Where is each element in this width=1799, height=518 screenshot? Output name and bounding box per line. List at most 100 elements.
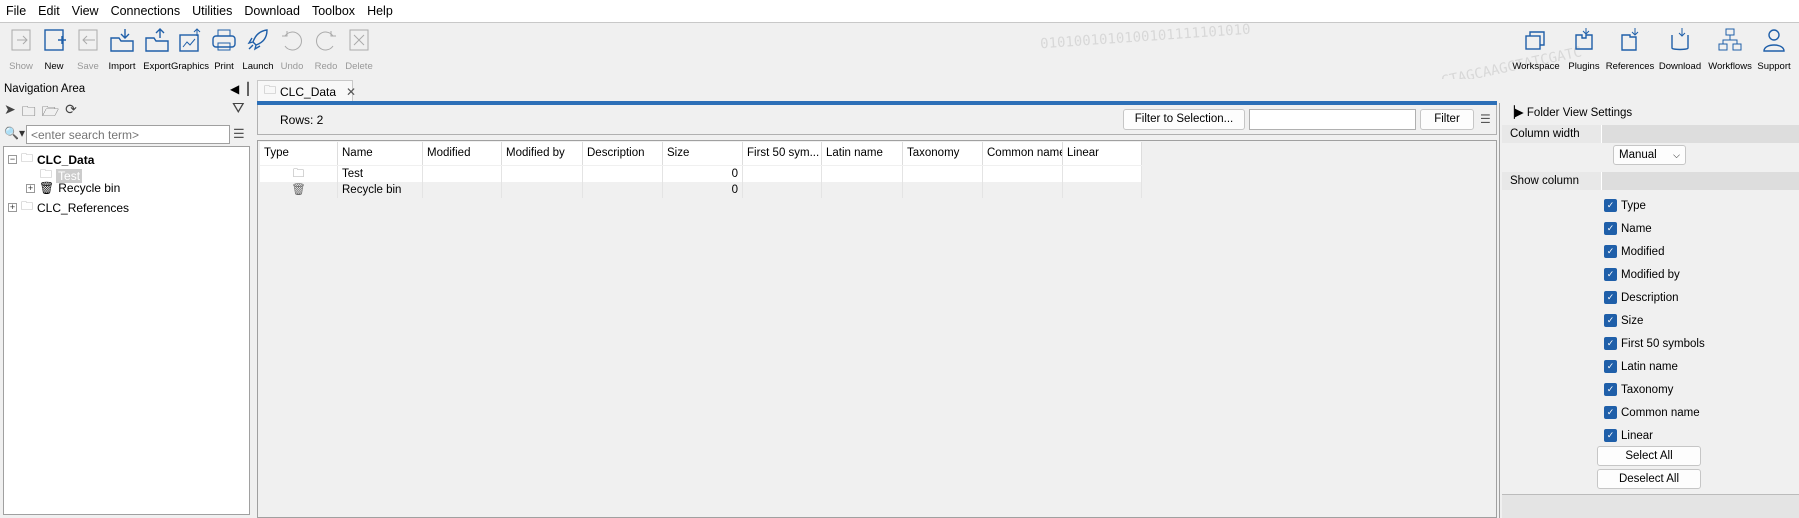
folder-icon: 🗀 [21, 199, 34, 213]
redo-icon [316, 31, 336, 51]
column-header[interactable]: Type [260, 142, 338, 165]
download-icon [1671, 28, 1689, 51]
pointer-icon[interactable]: ➤ [4, 101, 16, 125]
filter-to-selection-button[interactable]: Filter to Selection... [1123, 109, 1245, 130]
show-column-checkbox[interactable]: ✓ Common name [1604, 406, 1700, 419]
toolbar-download-button[interactable]: Download [1658, 27, 1702, 72]
show-column-checkbox[interactable]: ✓ Latin name [1604, 360, 1678, 373]
show-column-checkbox[interactable]: ✓ Taxonomy [1604, 383, 1673, 396]
filter-button[interactable]: Filter [1420, 109, 1474, 130]
show-column-checkbox[interactable]: ✓ First 50 symbols [1604, 337, 1705, 350]
toolbar-label: Workspace [1512, 61, 1560, 72]
tab-clc-data[interactable]: 🗀 CLC_Data ✕ [257, 80, 356, 102]
refresh-icon[interactable]: ⟳ [65, 101, 77, 125]
menu-edit[interactable]: Edit [38, 4, 60, 18]
checkmark-icon: ✓ [1604, 291, 1617, 304]
collapse-icon[interactable]: − [8, 155, 17, 164]
checkbox-label: Description [1621, 291, 1679, 304]
column-header[interactable]: Latin name [822, 142, 903, 165]
table-row[interactable]: 🗑 Recycle bin 0 [260, 182, 1142, 198]
checkbox-label: Latin name [1621, 360, 1678, 373]
show-column-checkbox[interactable]: ✓ Linear [1604, 429, 1653, 442]
column-width-section[interactable]: Column width [1502, 125, 1799, 143]
checkmark-icon: ✓ [1604, 222, 1617, 235]
checkmark-icon: ✓ [1604, 245, 1617, 258]
menu-connections[interactable]: Connections [111, 4, 181, 18]
column-header[interactable]: Name [338, 142, 423, 165]
cell-empty [583, 182, 663, 198]
toolbar-label: Show [9, 61, 33, 72]
column-header[interactable]: Description [583, 142, 663, 165]
toolbar-workflows-button[interactable]: Workflows [1708, 27, 1752, 72]
chevron-down-icon: ⌵ [1673, 150, 1680, 160]
checkmark-icon: ✓ [1604, 429, 1617, 442]
select-all-button[interactable]: Select All [1597, 446, 1701, 466]
filter-icon[interactable]: ⛛ [232, 100, 245, 117]
cell-empty [822, 182, 903, 198]
column-header[interactable]: Linear [1063, 142, 1142, 165]
toolbar-plugins-button[interactable]: Plugins [1564, 27, 1604, 72]
cell-name: Recycle bin [338, 182, 423, 198]
toolbar-import-button[interactable]: Import [102, 27, 142, 72]
expand-icon[interactable]: + [8, 203, 17, 212]
new-folder-icon[interactable]: 🗀 [22, 101, 36, 125]
menu-download[interactable]: Download [244, 4, 300, 18]
show-column-checkbox[interactable]: ✓ Description [1604, 291, 1679, 304]
settings-header[interactable]: ▕▶ Folder View Settings [1506, 105, 1632, 119]
column-header[interactable]: Taxonomy [903, 142, 983, 165]
checkbox-label: Type [1621, 199, 1646, 212]
column-width-select[interactable]: Manual ⌵ [1613, 145, 1686, 165]
toolbar-label: Workflows [1708, 61, 1752, 72]
toolbar-workspace-button[interactable]: Workspace [1512, 27, 1560, 72]
filter-bar: Rows: 2 Filter to Selection... Filter ☰ [257, 105, 1497, 135]
support-icon [1763, 29, 1785, 52]
cell-empty [903, 166, 983, 182]
column-header[interactable]: Common name [983, 142, 1063, 165]
tree-item-clc-references[interactable]: + 🗀 CLC_References [8, 197, 129, 218]
show-column-section[interactable]: Show column [1502, 172, 1799, 190]
show-column-checkbox[interactable]: ✓ Size [1604, 314, 1643, 327]
close-icon[interactable]: ✕ [346, 85, 356, 99]
menu-help[interactable]: Help [367, 4, 393, 18]
menu-view[interactable]: View [72, 4, 99, 18]
cell-name: Test [338, 166, 423, 182]
table-row[interactable]: 🗀 Test 0 [260, 166, 1142, 182]
filter-options-icon[interactable]: ☰ [1480, 112, 1491, 126]
collapse-panel-icon[interactable]: ◀▕ [230, 82, 248, 96]
menu-toolbox[interactable]: Toolbox [312, 4, 355, 18]
folder-table: Type Name Modified Modified by Description Si… [257, 140, 1497, 518]
menu-file[interactable]: File [6, 4, 26, 18]
new-location-icon[interactable]: 🗁 [42, 101, 59, 125]
toolbar-support-button[interactable]: Support [1754, 27, 1794, 72]
deselect-all-button[interactable]: Deselect All [1597, 469, 1701, 489]
tree-item-recycle-bin[interactable]: + 🗑 Recycle bin [26, 181, 120, 195]
cell-empty [423, 166, 502, 182]
menu-utilities[interactable]: Utilities [192, 4, 232, 18]
cell-size: 0 [663, 182, 743, 198]
show-column-checkbox[interactable]: ✓ Type [1604, 199, 1646, 212]
filter-input[interactable] [1249, 109, 1416, 130]
expand-panel-icon[interactable]: ▕▶ [1506, 107, 1524, 119]
checkmark-icon: ✓ [1604, 268, 1617, 281]
toolbar-label: Undo [280, 61, 304, 72]
show-column-checkbox[interactable]: ✓ Name [1604, 222, 1652, 235]
toolbar-label: Download [1658, 61, 1702, 72]
show-column-checkbox[interactable]: ✓ Modified [1604, 245, 1664, 258]
toolbar-references-button[interactable]: References [1606, 27, 1654, 72]
column-header[interactable]: First 50 sym... [743, 142, 822, 165]
cell-empty [983, 182, 1063, 198]
background-binary-decoration: 0101001010100101111101010 [1039, 23, 1252, 53]
search-input[interactable] [26, 125, 230, 144]
toolbar-label: Print [214, 61, 234, 72]
cell-empty [983, 166, 1063, 182]
toolbar-delete-button[interactable]: Delete [339, 27, 379, 72]
search-icon[interactable]: 🔍▾ [4, 126, 25, 140]
column-header[interactable]: Modified by [502, 142, 583, 165]
search-options-icon[interactable]: ☰ [233, 126, 245, 142]
column-header[interactable]: Modified [423, 142, 502, 165]
checkbox-label: Linear [1621, 429, 1653, 442]
toolbar-label: Import [108, 61, 136, 72]
expand-icon[interactable]: + [26, 183, 35, 193]
column-header[interactable]: Size [663, 142, 743, 165]
show-column-checkbox[interactable]: ✓ Modified by [1604, 268, 1680, 281]
